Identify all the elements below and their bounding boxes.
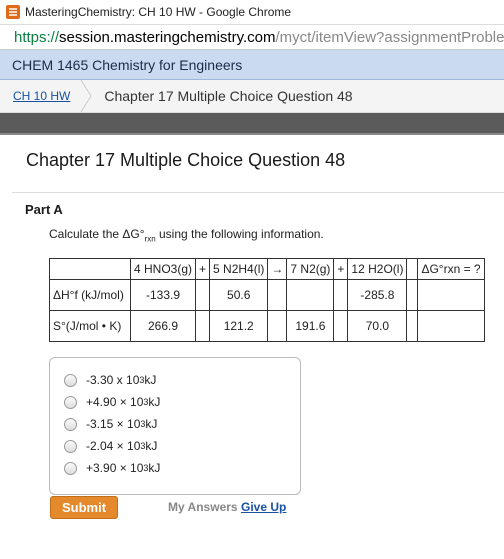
header-hno3: 4 HNO3(g): [129, 258, 197, 280]
url-scheme: https://: [14, 28, 60, 46]
header-plus: +: [333, 258, 349, 280]
radio-button[interactable]: [64, 461, 77, 475]
breadcrumb-current: Chapter 17 Multiple Choice Question 48: [104, 88, 353, 104]
table-cell: [267, 310, 288, 342]
table-spacer-cell: [406, 258, 419, 280]
mastering-logo-icon: [6, 5, 20, 19]
my-answers-label: My Answers: [168, 500, 238, 514]
table-header-row: 4 HNO3(g) + 5 N2H4(l) → 7 N2(g) + 12 H2O…: [49, 258, 485, 280]
radio-button[interactable]: [64, 439, 77, 453]
window-titlebar: MasteringChemistry: CH 10 HW - Google Ch…: [0, 0, 504, 25]
chevron-right-icon: [80, 80, 92, 112]
breadcrumb-link-assignment[interactable]: CH 10 HW: [0, 89, 80, 103]
url-path: /myct/itemView?assignmentProble: [275, 28, 504, 46]
table-cell: [333, 310, 349, 342]
table-cell: [417, 279, 485, 311]
table-row: ΔH°f (kJ/mol) -133.9 50.6 -285.8: [49, 279, 485, 311]
table-cell: [406, 279, 419, 311]
header-arrow: →: [267, 258, 288, 280]
table-cell: [406, 310, 419, 342]
table-cell: -133.9: [129, 279, 197, 311]
table-cell: 121.2: [209, 310, 269, 342]
breadcrumb: CH 10 HW Chapter 17 Multiple Choice Ques…: [0, 80, 504, 113]
divider: [12, 192, 504, 193]
window-title: MasteringChemistry: CH 10 HW - Google Ch…: [25, 5, 292, 19]
thermo-data-table: 4 HNO3(g) + 5 N2H4(l) → 7 N2(g) + 12 H2O…: [49, 258, 485, 342]
table-corner-cell: [49, 258, 131, 280]
choice-option[interactable]: -3.30 x 10 3 kJ: [64, 373, 156, 387]
toolbar-strip: [0, 113, 504, 135]
row-label: ΔH°f (kJ/mol): [49, 279, 131, 311]
url-host: session.masteringchemistry.com: [59, 28, 276, 46]
header-h2o: 12 H2O(l): [347, 258, 408, 280]
course-header: CHEM 1465 Chemistry for Engineers: [0, 50, 504, 80]
header-n2: 7 N2(g): [286, 258, 335, 280]
course-name: CHEM 1465 Chemistry for Engineers: [12, 56, 243, 73]
header-n2h4: 5 N2H4(l): [209, 258, 269, 280]
choice-option[interactable]: -2.04 × 10 3 kJ: [64, 439, 157, 453]
table-cell: 50.6: [209, 279, 269, 311]
table-row: S°(J/mol • K) 266.9 121.2 191.6 70.0: [49, 310, 485, 342]
page-title: Chapter 17 Multiple Choice Question 48: [26, 150, 346, 170]
table-cell: 70.0: [347, 310, 408, 342]
table-cell: [267, 279, 288, 311]
table-cell: [417, 310, 485, 342]
radio-button[interactable]: [64, 373, 77, 387]
table-cell: [195, 279, 211, 311]
answer-choices: -3.30 x 10 3 kJ +4.90 × 10 3 kJ -3.15 × 10…: [49, 357, 301, 495]
header-dg: ΔG°rxn = ?: [417, 258, 485, 280]
table-cell: [195, 310, 211, 342]
radio-button[interactable]: [64, 395, 77, 409]
give-up-link[interactable]: Give Up: [241, 500, 286, 514]
table-cell: 266.9: [129, 310, 197, 342]
table-cell: [286, 279, 335, 311]
address-bar[interactable]: https://session.masteringchemistry.com/m…: [0, 25, 504, 50]
choice-option[interactable]: +4.90 × 10 3 kJ: [64, 395, 160, 409]
row-label: S°(J/mol • K): [49, 310, 131, 342]
radio-button[interactable]: [64, 417, 77, 431]
part-label: Part A: [25, 202, 63, 217]
question-instruction: Calculate the ΔG°rxn using the following…: [49, 227, 324, 244]
table-cell: -285.8: [347, 279, 408, 311]
submit-button[interactable]: Submit: [50, 496, 118, 519]
choice-option[interactable]: +3.90 × 10 3 kJ: [64, 461, 160, 475]
table-cell: 191.6: [286, 310, 335, 342]
table-cell: [333, 279, 349, 311]
choice-option[interactable]: -3.15 × 10 3 kJ: [64, 417, 157, 431]
header-plus: +: [195, 258, 211, 280]
